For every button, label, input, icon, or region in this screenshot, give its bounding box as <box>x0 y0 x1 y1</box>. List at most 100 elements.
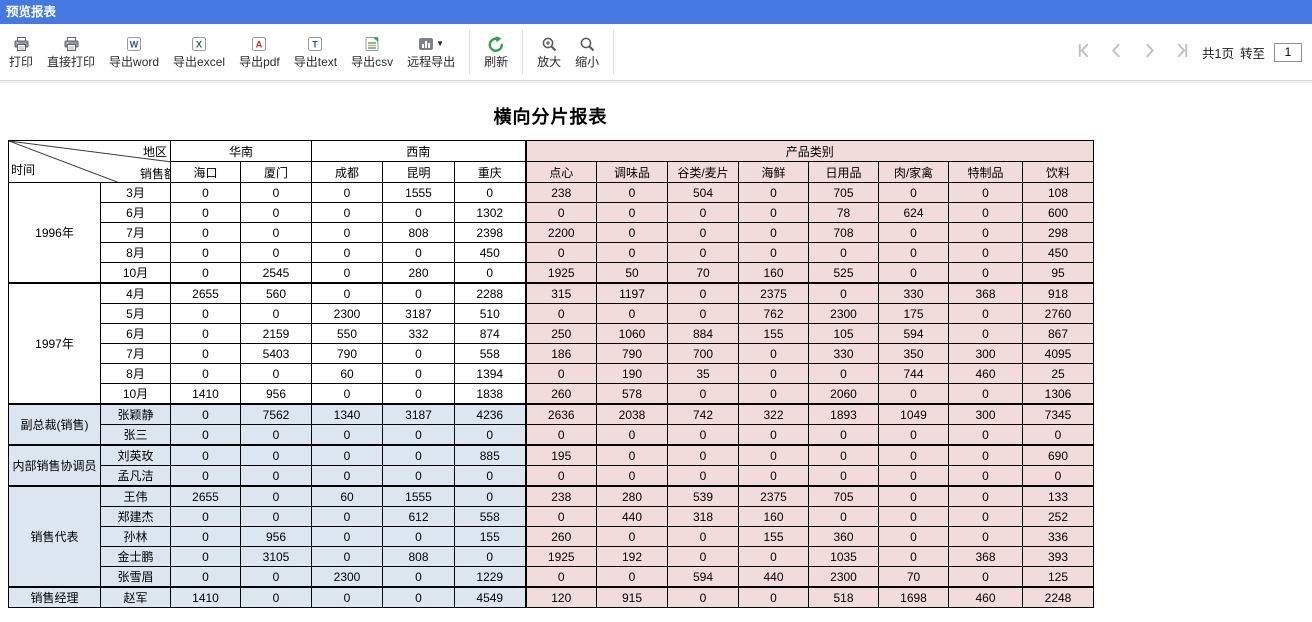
product-value-cell: 50 <box>597 263 668 284</box>
first-page-button[interactable] <box>1067 42 1100 62</box>
product-value-cell: 2060 <box>809 384 879 405</box>
product-value-cell: 336 <box>1023 527 1094 547</box>
toolbar-button-label: 远程导出 <box>407 56 455 69</box>
product-value-cell: 0 <box>949 324 1023 344</box>
product-value-cell: 2038 <box>597 404 668 425</box>
city-value-cell: 0 <box>312 263 383 284</box>
product-value-cell: 0 <box>668 203 739 223</box>
product-value-cell: 0 <box>668 466 739 487</box>
city-value-cell: 1838 <box>455 384 526 405</box>
city-value-cell: 2398 <box>455 223 526 243</box>
product-value-cell: 360 <box>809 527 879 547</box>
prev-page-button[interactable] <box>1100 42 1133 62</box>
product-value-cell: 0 <box>739 183 809 203</box>
product-value-cell: 744 <box>879 364 949 384</box>
city-value-cell: 0 <box>241 304 312 324</box>
refresh-button[interactable]: 刷新 <box>477 24 515 80</box>
row-header: 张雪眉 <box>101 567 171 588</box>
city-value-cell: 0 <box>171 567 241 588</box>
product-value-cell: 195 <box>526 445 597 466</box>
print-button[interactable]: 打印 <box>2 24 40 80</box>
export-word-button[interactable]: W导出word <box>102 24 166 80</box>
product-value-cell: 0 <box>949 183 1023 203</box>
city-value-cell: 0 <box>171 527 241 547</box>
zoom-in-icon <box>541 35 558 53</box>
product-value-cell: 578 <box>597 384 668 405</box>
row-header: 6月 <box>101 203 171 223</box>
product-value-cell: 108 <box>1023 183 1094 203</box>
product-value-cell: 105 <box>809 324 879 344</box>
city-value-cell: 1340 <box>312 404 383 425</box>
export-csv-button[interactable]: 导出csv <box>344 24 400 80</box>
page-count-label: 共1页 <box>1202 43 1234 62</box>
direct-print-button[interactable]: 直接打印 <box>40 24 102 80</box>
excel-icon: X <box>191 35 207 53</box>
product-value-cell: 368 <box>949 547 1023 567</box>
product-value-cell: 1893 <box>809 404 879 425</box>
city-value-cell: 0 <box>171 263 241 284</box>
product-value-cell: 252 <box>1023 507 1094 527</box>
toolbar-button-group: 打印直接打印W导出wordX导出excelA导出pdf T 导出text 导出csv▼… <box>2 24 621 80</box>
city-value-cell: 956 <box>241 527 312 547</box>
product-value-cell: 1035 <box>809 547 879 567</box>
product-value-cell: 0 <box>668 304 739 324</box>
export-excel-button[interactable]: X导出excel <box>166 24 232 80</box>
city-value-cell: 0 <box>312 243 383 263</box>
row-header: 王伟 <box>101 486 171 507</box>
product-value-cell: 0 <box>879 263 949 284</box>
row-header: 7月 <box>101 223 171 243</box>
city-value-cell: 0 <box>241 203 312 223</box>
product-value-cell: 0 <box>809 425 879 446</box>
product-value-cell: 0 <box>949 243 1023 263</box>
product-column-header: 饮料 <box>1023 162 1094 183</box>
product-value-cell: 0 <box>1023 425 1094 446</box>
toolbar-button-label: 导出text <box>294 56 337 69</box>
product-value-cell: 594 <box>879 324 949 344</box>
export-pdf-button[interactable]: A导出pdf <box>232 24 287 80</box>
product-value-cell: 0 <box>949 507 1023 527</box>
export-text-button[interactable]: T 导出text <box>287 24 344 80</box>
product-value-cell: 0 <box>879 425 949 446</box>
city-value-cell: 1229 <box>455 567 526 588</box>
row-header: 10月 <box>101 263 171 284</box>
city-value-cell: 450 <box>455 243 526 263</box>
toolbar-button-label: 刷新 <box>484 56 508 69</box>
zoom-in-button[interactable]: 放大 <box>530 24 568 80</box>
city-value-cell: 0 <box>312 203 383 223</box>
city-value-cell: 885 <box>455 445 526 466</box>
product-value-cell: 192 <box>597 547 668 567</box>
product-value-cell: 0 <box>949 203 1023 223</box>
pager: 共1页 转至 <box>1067 24 1312 80</box>
city-value-cell: 0 <box>241 445 312 466</box>
product-value-cell: 460 <box>949 364 1023 384</box>
product-value-cell: 0 <box>739 344 809 364</box>
toolbar-button-label: 缩小 <box>575 56 599 69</box>
city-value-cell: 0 <box>383 283 455 304</box>
remote-export-button[interactable]: ▼远程导出 <box>400 24 462 80</box>
product-value-cell: 2375 <box>739 486 809 507</box>
product-value-cell: 0 <box>809 243 879 263</box>
product-value-cell: 0 <box>526 466 597 487</box>
city-value-cell: 808 <box>383 547 455 567</box>
product-value-cell: 0 <box>949 384 1023 405</box>
product-value-cell: 0 <box>526 304 597 324</box>
product-column-header: 日用品 <box>809 162 879 183</box>
refresh-icon <box>486 35 506 53</box>
city-value-cell: 60 <box>312 486 383 507</box>
toolbar-separator <box>522 30 523 74</box>
product-column-header: 海鲜 <box>739 162 809 183</box>
next-page-button[interactable] <box>1133 42 1166 62</box>
product-value-cell: 0 <box>949 527 1023 547</box>
city-value-cell: 560 <box>241 283 312 304</box>
page-input[interactable] <box>1274 43 1302 62</box>
svg-text:T: T <box>313 40 319 50</box>
product-value-cell: 160 <box>739 263 809 284</box>
zoom-out-button[interactable]: 缩小 <box>568 24 606 80</box>
city-value-cell: 0 <box>455 486 526 507</box>
city-value-cell: 0 <box>455 425 526 446</box>
city-value-cell: 7562 <box>241 404 312 425</box>
product-value-cell: 2300 <box>809 567 879 588</box>
product-value-cell: 238 <box>526 486 597 507</box>
product-value-cell: 790 <box>597 344 668 364</box>
last-page-button[interactable] <box>1166 42 1199 62</box>
